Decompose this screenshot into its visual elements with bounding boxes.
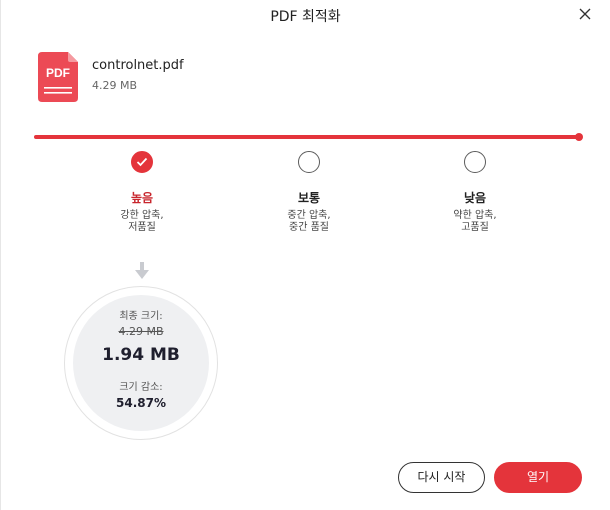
final-size-label: 최종 크기: — [119, 311, 163, 322]
option-low[interactable]: 낮음 약한 압축, 고품질 — [415, 151, 535, 234]
option-medium-title: 보통 — [297, 191, 321, 205]
option-high[interactable]: 높음 강한 압축, 저품질 — [82, 151, 202, 234]
final-size: 1.94 MB — [102, 345, 180, 365]
arrow-down-icon — [134, 262, 150, 284]
result-panel: 최종 크기: 4.29 MB 1.94 MB 크기 감소: 54.87% — [64, 286, 218, 440]
restart-button[interactable]: 다시 시작 — [398, 462, 485, 493]
file-name: controlnet.pdf — [92, 58, 184, 73]
close-button[interactable] — [576, 5, 594, 23]
reduction-value: 54.87% — [116, 396, 166, 410]
file-size: 4.29 MB — [92, 79, 138, 92]
option-high-desc: 강한 압축, 저품질 — [120, 210, 164, 233]
pdf-icon-label: PDF — [46, 66, 70, 80]
radio-low[interactable] — [464, 151, 486, 173]
compression-slider-handle[interactable] — [575, 133, 583, 141]
radio-medium[interactable] — [298, 151, 320, 173]
reduction-label: 크기 감소: — [119, 382, 163, 393]
option-low-desc: 약한 압축, 고품질 — [453, 210, 497, 233]
option-high-title: 높음 — [130, 191, 154, 205]
option-medium-desc: 중간 압축, 중간 품질 — [287, 210, 331, 233]
file-info: PDF controlnet.pdf 4.29 MB — [38, 52, 184, 102]
check-icon — [136, 157, 148, 167]
pdf-optimize-dialog: PDF 최적화 PDF controlnet.pdf 4.29 MB 높음 강한… — [0, 0, 610, 510]
open-button[interactable]: 열기 — [494, 462, 582, 493]
option-medium[interactable]: 보통 중간 압축, 중간 품질 — [249, 151, 369, 234]
radio-high[interactable] — [131, 151, 153, 173]
close-icon[interactable] — [576, 5, 594, 23]
option-low-title: 낮음 — [463, 191, 487, 205]
compression-slider-track[interactable] — [34, 135, 579, 139]
dialog-title: PDF 최적화 — [270, 9, 341, 25]
pdf-file-icon: PDF — [38, 52, 78, 102]
original-size: 4.29 MB — [118, 325, 164, 338]
